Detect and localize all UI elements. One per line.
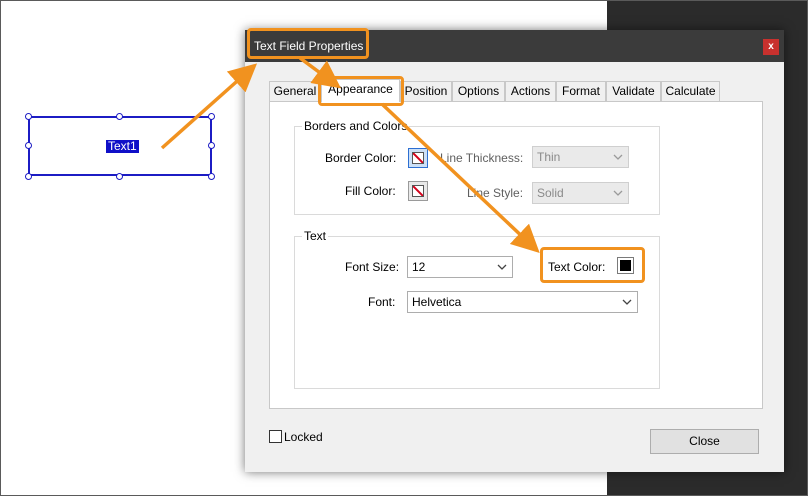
tab-actions[interactable]: Actions [505,81,556,101]
font-select[interactable]: Helvetica [407,291,638,313]
chevron-down-icon [613,154,623,160]
field-name-label: Text1 [106,139,139,153]
text-legend: Text [302,229,329,243]
locked-label: Locked [284,430,323,444]
chevron-down-icon [622,299,632,305]
chevron-down-icon [497,264,507,270]
appearance-panel: Borders and Colors Border Color: Fill Co… [269,101,763,409]
chevron-down-icon [613,190,623,196]
dialog-title: Text Field Properties [254,39,364,53]
borders-and-colors-legend: Borders and Colors [302,119,410,133]
font-label: Font: [368,295,396,309]
border-color-label: Border Color: [325,151,397,165]
resize-handle-top-left[interactable] [25,113,32,120]
line-thickness-label: Line Thickness: [440,151,524,165]
border-color-button[interactable] [408,148,428,168]
close-button[interactable]: Close [650,429,759,454]
locked-checkbox[interactable] [269,430,282,443]
tab-validate[interactable]: Validate [606,81,661,101]
dialog-titlebar[interactable]: Text Field Properties x [245,30,784,62]
tab-general[interactable]: General [269,81,321,101]
resize-handle-top-center[interactable] [116,113,123,120]
font-size-select[interactable]: 12 [407,256,513,278]
text-color-swatch [620,260,631,271]
font-value: Helvetica [412,295,462,309]
font-size-label: Font Size: [345,260,400,274]
font-size-value: 12 [412,260,426,274]
resize-handle-bottom-right[interactable] [208,173,215,180]
line-thickness-value: Thin [537,150,561,164]
tab-calculate[interactable]: Calculate [661,81,720,101]
tab-format[interactable]: Format [556,81,606,101]
no-color-icon [412,185,424,197]
text-field-properties-dialog: Text Field Properties x General Appearan… [245,30,784,472]
close-icon[interactable]: x [763,39,779,55]
no-color-icon [412,152,424,164]
resize-handle-middle-left[interactable] [25,142,32,149]
line-style-select[interactable]: Solid [532,182,629,204]
line-style-label: Line Style: [467,186,524,200]
resize-handle-middle-right[interactable] [208,142,215,149]
resize-handle-bottom-center[interactable] [116,173,123,180]
resize-handle-top-right[interactable] [208,113,215,120]
text-color-label: Text Color: [548,260,606,274]
fill-color-button[interactable] [408,181,428,201]
resize-handle-bottom-left[interactable] [25,173,32,180]
line-thickness-select[interactable]: Thin [532,146,629,168]
line-style-value: Solid [537,186,564,200]
tab-appearance[interactable]: Appearance [321,79,400,102]
tab-options[interactable]: Options [452,81,505,101]
text-color-button[interactable] [617,257,634,274]
tab-position[interactable]: Position [400,81,452,101]
fill-color-label: Fill Color: [345,184,396,198]
